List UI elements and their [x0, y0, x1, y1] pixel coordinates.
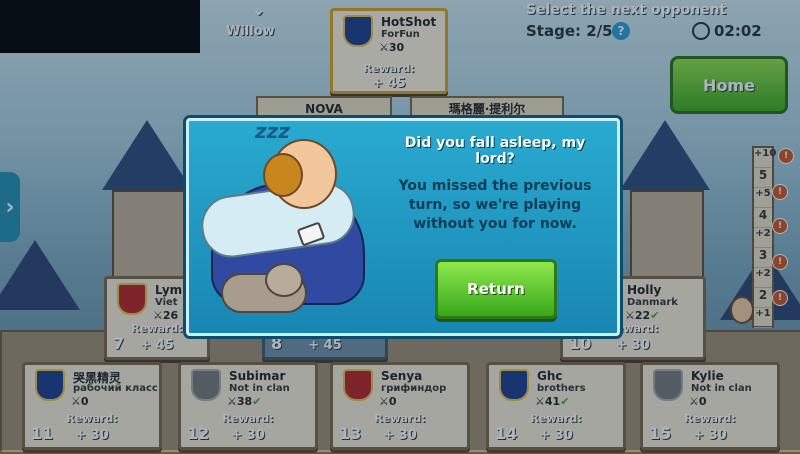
dialog-message: You missed the previous turn, so we're p… [398, 178, 592, 232]
cat-head [265, 263, 303, 297]
king-beard [263, 153, 303, 197]
sleep-zzz-icon: zzz [255, 119, 290, 143]
sleeping-king-illustration: zzz [193, 119, 379, 325]
return-button[interactable]: Return [435, 259, 557, 319]
afk-dialog: zzz Did you fall asleep, my lord? You mi… [186, 118, 620, 336]
dialog-title: Did you fall asleep, my lord? [404, 135, 586, 167]
